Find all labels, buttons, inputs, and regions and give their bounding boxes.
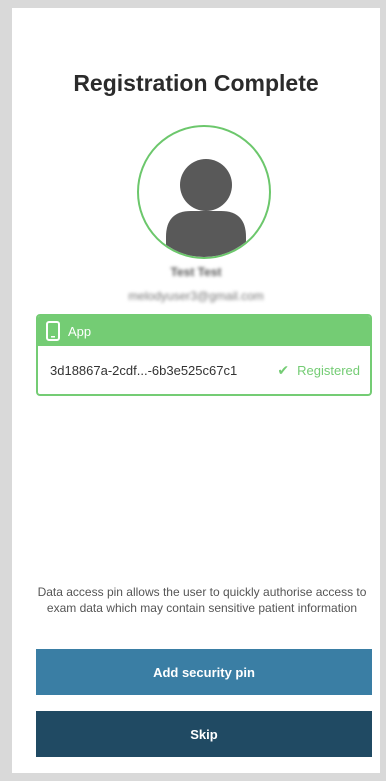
- device-id: 3d18867a-2cdf...-6b3e525c67c1: [50, 362, 238, 378]
- device-card-title: App: [68, 323, 92, 339]
- device-row: 3d18867a-2cdf...-6b3e525c67c1 ✔ Register…: [38, 346, 370, 394]
- page-title: Registration Complete: [73, 70, 319, 96]
- check-icon: ✔: [277, 361, 290, 378]
- phone-icon: [46, 321, 60, 341]
- device-card-header: App: [38, 316, 370, 346]
- device-card: App 3d18867a-2cdf...-6b3e525c67c1 ✔ Regi…: [36, 314, 372, 396]
- add-security-pin-button[interactable]: Add security pin: [36, 649, 372, 695]
- user-email: melodyuser3@gmail.com: [128, 289, 264, 303]
- screen: Registration Complete Test Test melodyus…: [12, 8, 380, 773]
- user-silhouette-icon: [166, 159, 246, 257]
- avatar: [137, 125, 271, 259]
- info-text: Data access pin allows the user to quick…: [37, 585, 367, 615]
- skip-button[interactable]: Skip: [36, 711, 372, 757]
- user-name: Test Test: [170, 265, 222, 279]
- status-badge: Registered: [297, 362, 360, 378]
